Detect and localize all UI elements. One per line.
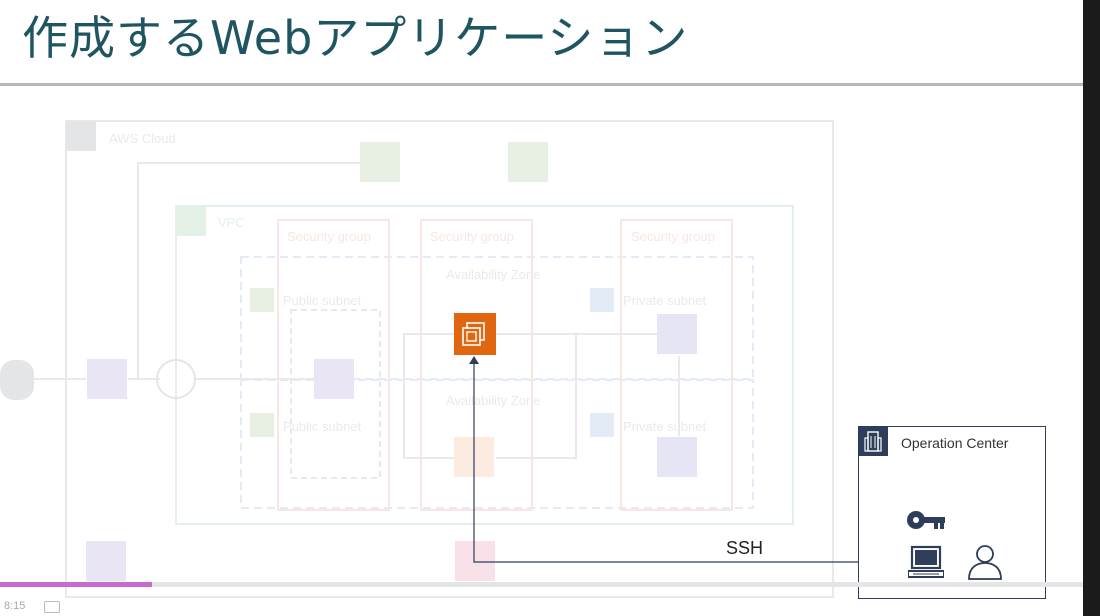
public-subnet-label: Public subnet <box>283 293 362 308</box>
captions-icon[interactable] <box>44 601 60 613</box>
building-icon <box>858 426 888 456</box>
lock-icon <box>590 288 614 312</box>
users-icon <box>0 360 34 400</box>
player-controls: 8:15 <box>0 598 1083 616</box>
playback-time: 8:15 <box>4 600 26 612</box>
slide-title: 作成するWebアプリケーション <box>22 11 689 65</box>
lock-icon <box>590 413 614 437</box>
lock-icon <box>250 288 274 312</box>
load-balancer-icon <box>314 359 354 399</box>
rds-icon <box>657 437 697 477</box>
availability-zone-label: Availability Zone <box>446 393 541 408</box>
video-progress-fill <box>0 582 152 587</box>
user-icon <box>968 545 1002 580</box>
key-icon <box>907 511 945 529</box>
public-subnet-label: Public subnet <box>283 419 362 434</box>
security-group-label: Security group <box>631 229 715 244</box>
ec2-instance-glyph <box>462 322 485 346</box>
ssh-label: SSH <box>726 538 764 558</box>
lock-icon <box>250 413 274 437</box>
bottom-service-icon <box>455 541 495 581</box>
private-subnet-label: Private subnet <box>623 419 707 434</box>
gateway-icon <box>156 359 196 399</box>
operation-center-label: Operation Center <box>901 435 1009 451</box>
internet-icon <box>87 359 127 399</box>
availability-zone-label: Availability Zone <box>446 267 541 282</box>
video-progress-bar[interactable] <box>0 582 1083 587</box>
aws-cloud-icon <box>66 121 96 151</box>
vpc-icon <box>176 206 206 236</box>
bottom-service-icon <box>86 541 126 581</box>
ec2-instance-icon <box>454 313 496 355</box>
s3-bucket-icon <box>508 142 548 182</box>
security-group-label: Security group <box>287 229 371 244</box>
vpc-label: VPC <box>218 215 245 230</box>
rds-icon <box>657 314 697 354</box>
ec2-instance-icon <box>454 437 494 477</box>
private-subnet-label: Private subnet <box>623 293 707 308</box>
title-divider <box>0 83 1083 86</box>
aws-cloud-label: AWS Cloud <box>109 131 176 146</box>
security-group-label: Security group <box>430 229 514 244</box>
laptop-icon <box>908 545 944 578</box>
s3-bucket-icon <box>360 142 400 182</box>
window-edge <box>1083 0 1100 616</box>
